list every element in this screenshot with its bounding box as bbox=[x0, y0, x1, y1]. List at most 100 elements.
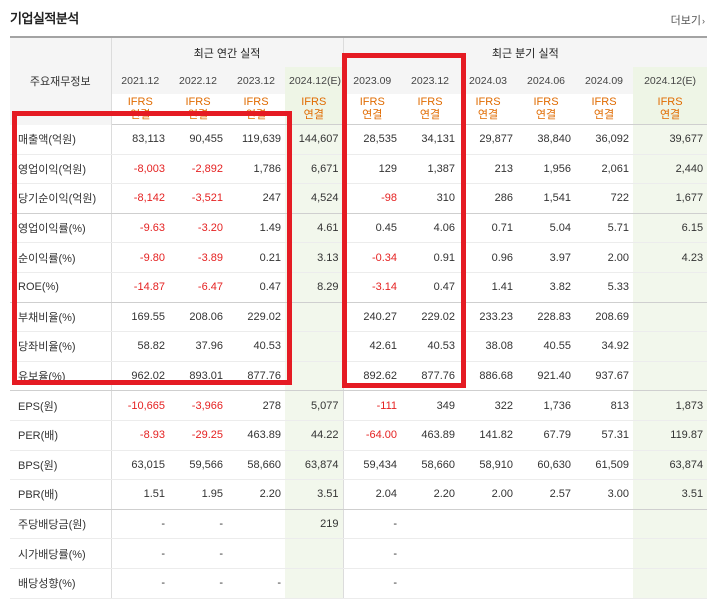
ifrs-badge: IFRS 연결 bbox=[401, 94, 460, 125]
table-cell: 286 bbox=[459, 183, 518, 214]
table-cell: 1,956 bbox=[517, 154, 576, 185]
table-cell: 233.23 bbox=[459, 302, 518, 333]
ifrs-badge: IFRS 연결 bbox=[343, 94, 402, 125]
table-cell bbox=[285, 361, 344, 392]
ifrs-badge: IFRS 연결 bbox=[517, 94, 576, 125]
table-cell: -3.89 bbox=[169, 242, 227, 273]
table-cell: 1.41 bbox=[459, 272, 518, 303]
table-cell: 5.04 bbox=[517, 213, 576, 244]
table-cell bbox=[575, 538, 634, 569]
table-cell: 1,736 bbox=[517, 390, 576, 421]
consolidated-label: 연결 bbox=[130, 109, 151, 121]
table-row: BPS(원) 63,015 59,566 58,660 63,874 59,434 58,6… bbox=[10, 450, 708, 481]
table-cell: 39,677 bbox=[633, 124, 708, 155]
table-row: 시가배당률(%) - - - bbox=[10, 538, 708, 569]
financial-summary-table: 주요재무정보 최근 연간 실적 최근 분기 실적 2021.12 2022.12 2… bbox=[10, 36, 708, 599]
table-cell: 38,840 bbox=[517, 124, 576, 155]
table-cell: 886.68 bbox=[459, 361, 518, 392]
table-row: ROE(%) -14.87 -6.47 0.47 8.29 -3.14 0.47 1.41 3.… bbox=[10, 272, 708, 303]
table-cell: 4,524 bbox=[285, 183, 344, 214]
period-header: 2024.12(E) bbox=[633, 67, 708, 94]
table-cell: 169.55 bbox=[111, 302, 169, 333]
ifrs-label: IFRS bbox=[301, 96, 327, 108]
ifrs-badge: IFRS 연결 bbox=[459, 94, 518, 125]
table-cell: 144,607 bbox=[285, 124, 344, 155]
table-cell: 63,874 bbox=[633, 450, 708, 481]
table-cell: 322 bbox=[459, 390, 518, 421]
table-cell: 962.02 bbox=[111, 361, 169, 392]
annual-header: 최근 연간 실적 bbox=[111, 36, 344, 67]
more-label: 더보기 bbox=[670, 15, 701, 27]
table-cell: 213 bbox=[459, 154, 518, 185]
table-cell: 3.51 bbox=[633, 479, 708, 510]
table-cell: 463.89 bbox=[401, 420, 460, 451]
period-header: 2023.12 bbox=[227, 67, 285, 94]
table-cell: 1,786 bbox=[227, 154, 285, 185]
table-cell: 4.23 bbox=[633, 242, 708, 273]
table-cell bbox=[517, 538, 576, 569]
table-cell: 1.95 bbox=[169, 479, 227, 510]
table-cell: 0.21 bbox=[227, 242, 285, 273]
table-cell: 229.02 bbox=[227, 302, 285, 333]
table-cell: 58,660 bbox=[401, 450, 460, 481]
ifrs-badge: IFRS 연결 bbox=[227, 94, 285, 125]
table-cell: 67.79 bbox=[517, 420, 576, 451]
consolidated-label: 연결 bbox=[187, 109, 209, 121]
table-cell: -9.80 bbox=[111, 242, 169, 273]
table-cell: 1,387 bbox=[401, 154, 460, 185]
table-cell: 5,077 bbox=[285, 390, 344, 421]
table-cell: -3.14 bbox=[343, 272, 402, 303]
table-cell: -0.34 bbox=[343, 242, 402, 273]
row-label: PER(배) bbox=[10, 420, 112, 451]
consolidated-label: 연결 bbox=[535, 109, 557, 121]
period-header: 2021.12 bbox=[111, 67, 169, 94]
table-cell bbox=[401, 509, 460, 540]
table-cell: 129 bbox=[343, 154, 402, 185]
table-cell: 208.69 bbox=[575, 302, 634, 333]
table-cell: 229.02 bbox=[401, 302, 460, 333]
table-row: 영업이익(억원) -8,003 -2,892 1,786 6,671 129 1,387 21… bbox=[10, 154, 708, 185]
table-cell: -10,665 bbox=[111, 390, 169, 421]
table-cell: - bbox=[343, 538, 402, 569]
table-cell bbox=[633, 302, 708, 333]
ifrs-label: IFRS bbox=[243, 96, 269, 108]
table-cell: 1,873 bbox=[633, 390, 708, 421]
table-cell: -3,966 bbox=[169, 390, 227, 421]
table-cell bbox=[517, 509, 576, 540]
table-body: 매출액(억원) 83,113 90,455 119,639 144,607 28,535 3… bbox=[10, 124, 708, 599]
table-cell: 40.55 bbox=[517, 331, 576, 362]
consolidated-label: 연결 bbox=[593, 109, 615, 121]
table-row: 주당배당금(원) - -219- bbox=[10, 509, 708, 540]
table-cell: 28,535 bbox=[343, 124, 402, 155]
table-cell: -29.25 bbox=[169, 420, 227, 451]
table-cell: 310 bbox=[401, 183, 460, 214]
row-label: 당기순이익(억원) bbox=[10, 183, 112, 214]
table-row: 유보율(%) 962.02 893.01 877.76 892.62 877.76 886.… bbox=[10, 361, 708, 392]
row-label: 주당배당금(원) bbox=[10, 509, 112, 540]
table-cell: 722 bbox=[575, 183, 634, 214]
period-header: 2022.12 bbox=[169, 67, 227, 94]
table-cell: -111 bbox=[343, 390, 402, 421]
table-cell: 119,639 bbox=[227, 124, 285, 155]
table-cell: 0.47 bbox=[227, 272, 285, 303]
table-cell bbox=[633, 538, 708, 569]
table-row: 당기순이익(억원) -8,142 -3,521 247 4,524 -98 310 286 1,… bbox=[10, 183, 708, 214]
table-row: EPS(원) -10,665 -3,966 278 5,077 -111 349 322 1,7… bbox=[10, 390, 708, 421]
table-cell: 3.13 bbox=[285, 242, 344, 273]
table-cell: 40.53 bbox=[227, 331, 285, 362]
ifrs-badge: IFRS 연결 bbox=[169, 94, 227, 125]
table-cell: 3.51 bbox=[285, 479, 344, 510]
period-header: 2023.12 bbox=[401, 67, 460, 94]
table-cell: 34.92 bbox=[575, 331, 634, 362]
row-label: 순이익률(%) bbox=[10, 242, 112, 273]
row-label: PBR(배) bbox=[10, 479, 112, 510]
table-row: 당좌비율(%) 58.82 37.96 40.53 42.61 40.53 38.08 40.… bbox=[10, 331, 708, 362]
consolidated-label: 연결 bbox=[477, 109, 499, 121]
table-cell: 240.27 bbox=[343, 302, 402, 333]
period-header: 2024.06 bbox=[517, 67, 576, 94]
ifrs-badge: IFRS 연결 bbox=[633, 94, 708, 125]
table-cell: -6.47 bbox=[169, 272, 227, 303]
ifrs-label: IFRS bbox=[591, 96, 617, 108]
more-link[interactable]: 더보기› bbox=[671, 12, 705, 28]
table-cell: -8,142 bbox=[111, 183, 169, 214]
